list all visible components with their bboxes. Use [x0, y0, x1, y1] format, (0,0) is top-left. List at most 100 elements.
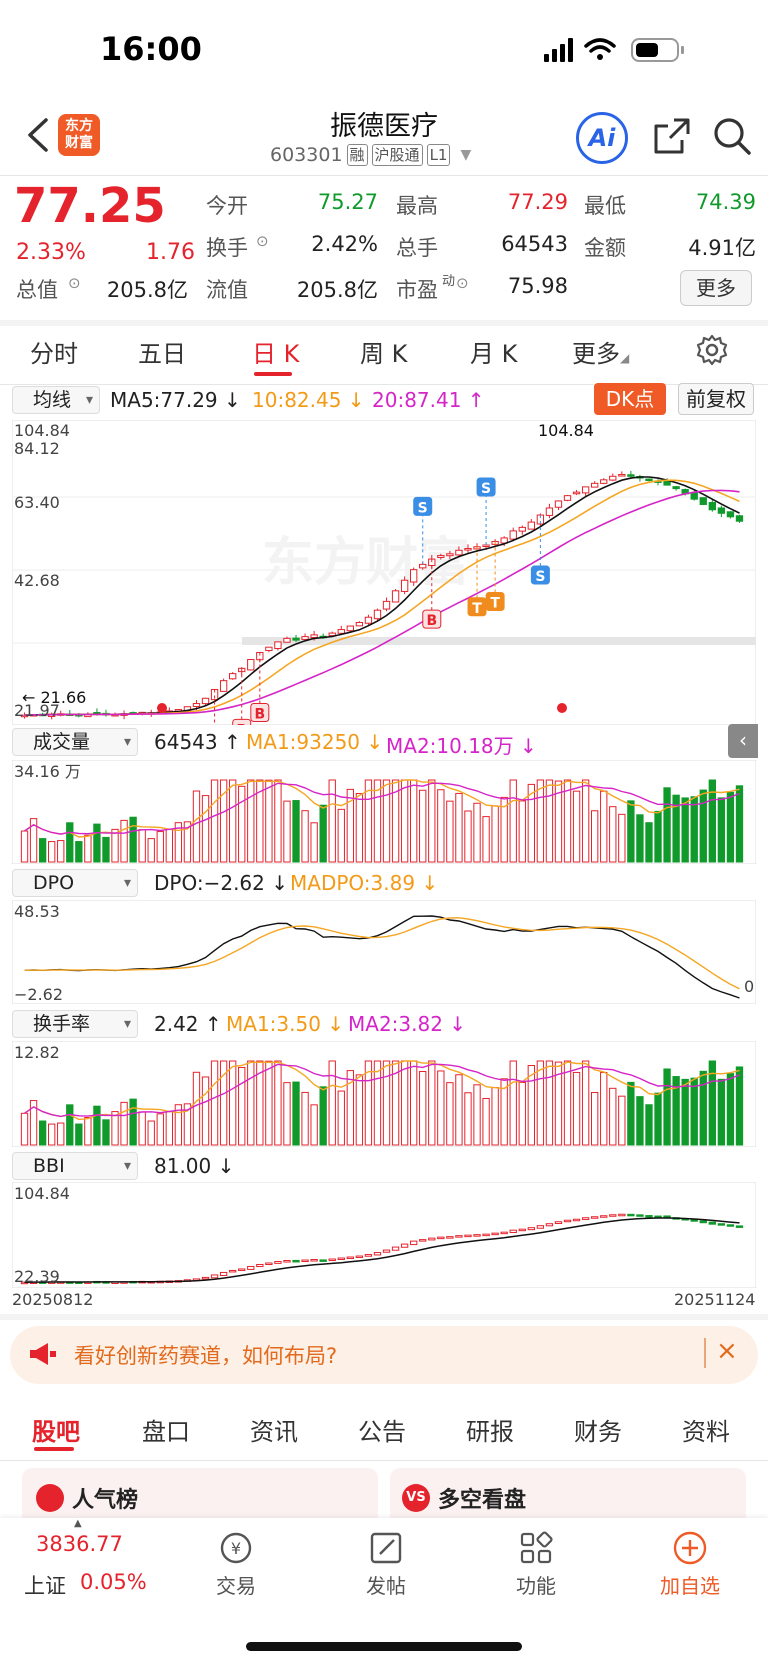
nav-functions[interactable]: [486, 1530, 586, 1570]
bbi-candle: [337, 1257, 345, 1261]
candle: [600, 479, 608, 484]
volume-bar: [265, 779, 273, 863]
dpo-readout: DPO:−2.62 ↓: [154, 871, 288, 895]
collapse-panel-button[interactable]: ‹: [728, 724, 758, 758]
tab-more[interactable]: 更多◢: [572, 334, 629, 369]
indicator-select-turnover[interactable]: 换手率: [12, 1010, 138, 1038]
index-name: 上证: [24, 1574, 66, 1598]
candle: [699, 497, 707, 505]
ma10-readout: 10:82.45 ↓: [252, 388, 365, 412]
volume-bar: [192, 790, 201, 863]
tab-profile[interactable]: 资料: [682, 1412, 730, 1447]
svg-text:¥: ¥: [231, 1539, 241, 1558]
volume-bar: [165, 1110, 173, 1146]
volume-bar: [147, 838, 155, 863]
candle: [346, 625, 354, 632]
candle: [437, 555, 445, 558]
turnover-chart[interactable]: 12.82: [12, 1041, 756, 1147]
bbi-candle: [355, 1255, 364, 1259]
tab-daily-k[interactable]: 日 K: [252, 334, 299, 369]
tab-market-depth[interactable]: 盘口: [142, 1412, 190, 1447]
dropdown-icon: ▼: [460, 147, 472, 163]
candle: [355, 622, 364, 627]
tab-finance[interactable]: 财务: [574, 1412, 622, 1447]
nav-post[interactable]: [336, 1530, 436, 1570]
bbi-candle: [581, 1217, 590, 1220]
volume-bar: [699, 789, 707, 863]
volume-bar: [20, 830, 29, 863]
value-total-value: 205.8亿: [106, 278, 188, 302]
connect-tag: 沪股通: [371, 144, 423, 166]
candle: [563, 495, 572, 501]
adjust-button[interactable]: 前复权: [678, 383, 754, 415]
dpo-right-tick: 0: [744, 977, 754, 996]
volume-bar: [84, 834, 92, 863]
candle: [364, 616, 373, 624]
indicator-select-bbi[interactable]: BBI: [12, 1152, 138, 1180]
search-icon: [714, 118, 751, 155]
tab-five-day[interactable]: 五日: [138, 334, 186, 369]
volume-bar: [437, 1070, 445, 1146]
label-high: 最高: [396, 194, 438, 218]
indicator-select-volume[interactable]: 成交量: [12, 728, 138, 756]
volume-bar: [491, 805, 499, 863]
volume-bar: [373, 779, 382, 863]
stock-subtitle[interactable]: 603301 融 沪股通 L1 ▼: [270, 144, 471, 166]
more-button[interactable]: 更多: [680, 270, 752, 306]
candle: [527, 521, 535, 530]
index-value[interactable]: 3836.77: [36, 1532, 123, 1556]
kline-chart[interactable]: 东方财富 BBBBTTSSS 104.84 84.12 63.40 42.68 …: [12, 420, 756, 725]
info-icon[interactable]: ⊙: [256, 232, 269, 250]
tab-intraday[interactable]: 分时: [30, 334, 78, 369]
svg-text:T: T: [490, 595, 500, 611]
info-icon[interactable]: ⊙: [68, 274, 81, 292]
tab-research[interactable]: 研报: [466, 1412, 514, 1447]
tab-announcements[interactable]: 公告: [358, 1412, 406, 1447]
tab-weekly-k[interactable]: 周 K: [360, 334, 407, 369]
label-volume: 总手: [396, 236, 438, 260]
indicator-select-dpo[interactable]: DPO: [12, 869, 138, 897]
bbi-candle: [319, 1259, 327, 1262]
bbi-candle: [310, 1259, 318, 1262]
ai-button[interactable]: Ai: [576, 112, 628, 164]
close-icon[interactable]: ×: [716, 1336, 738, 1366]
volume-bar: [238, 785, 246, 863]
dpo-chart[interactable]: 48.53 −2.62 0: [12, 900, 756, 1004]
nav-trade[interactable]: ¥: [186, 1530, 286, 1570]
volume-bar: [147, 1120, 155, 1146]
tab-monthly-k[interactable]: 月 K: [470, 334, 517, 369]
label-open: 今开: [206, 194, 248, 218]
tab-forum[interactable]: 股吧: [32, 1412, 80, 1447]
volume-chart[interactable]: 34.16 万: [12, 760, 756, 864]
candle: [690, 492, 698, 500]
svg-text:S: S: [535, 569, 545, 585]
volume-bar: [229, 779, 237, 863]
candle: [410, 569, 418, 583]
bbi-candle: [663, 1215, 671, 1218]
volume-bar: [165, 828, 173, 863]
volume-bar: [717, 1078, 726, 1146]
bbi-candle: [428, 1237, 436, 1241]
indicator-select-ma[interactable]: 均线: [12, 386, 100, 414]
turnover-ma2: MA2:3.82 ↓: [348, 1012, 467, 1036]
turnover-top-tick: 12.82: [14, 1043, 60, 1062]
volume-readout: 64543 ↑: [154, 730, 241, 754]
info-icon[interactable]: ⊙: [456, 274, 469, 292]
bbi-candle: [364, 1254, 373, 1257]
share-button[interactable]: [652, 116, 692, 156]
dk-point-button[interactable]: DK点: [594, 383, 666, 415]
candle: [581, 486, 590, 494]
volume-bar: [473, 1084, 481, 1146]
volume-bar: [518, 800, 526, 863]
candle: [618, 474, 626, 477]
bbi-candle: [591, 1216, 599, 1219]
bbi-chart[interactable]: 104.84 22.39: [12, 1182, 756, 1288]
nav-add-watchlist[interactable]: [640, 1530, 740, 1570]
svg-text:B: B: [426, 613, 437, 629]
label-float-value: 流值: [206, 278, 248, 302]
tab-news[interactable]: 资讯: [250, 1412, 298, 1447]
volume-bar: [319, 1086, 327, 1146]
search-button[interactable]: [712, 116, 752, 156]
volume-bar: [446, 1082, 454, 1146]
settings-button[interactable]: [696, 334, 728, 370]
